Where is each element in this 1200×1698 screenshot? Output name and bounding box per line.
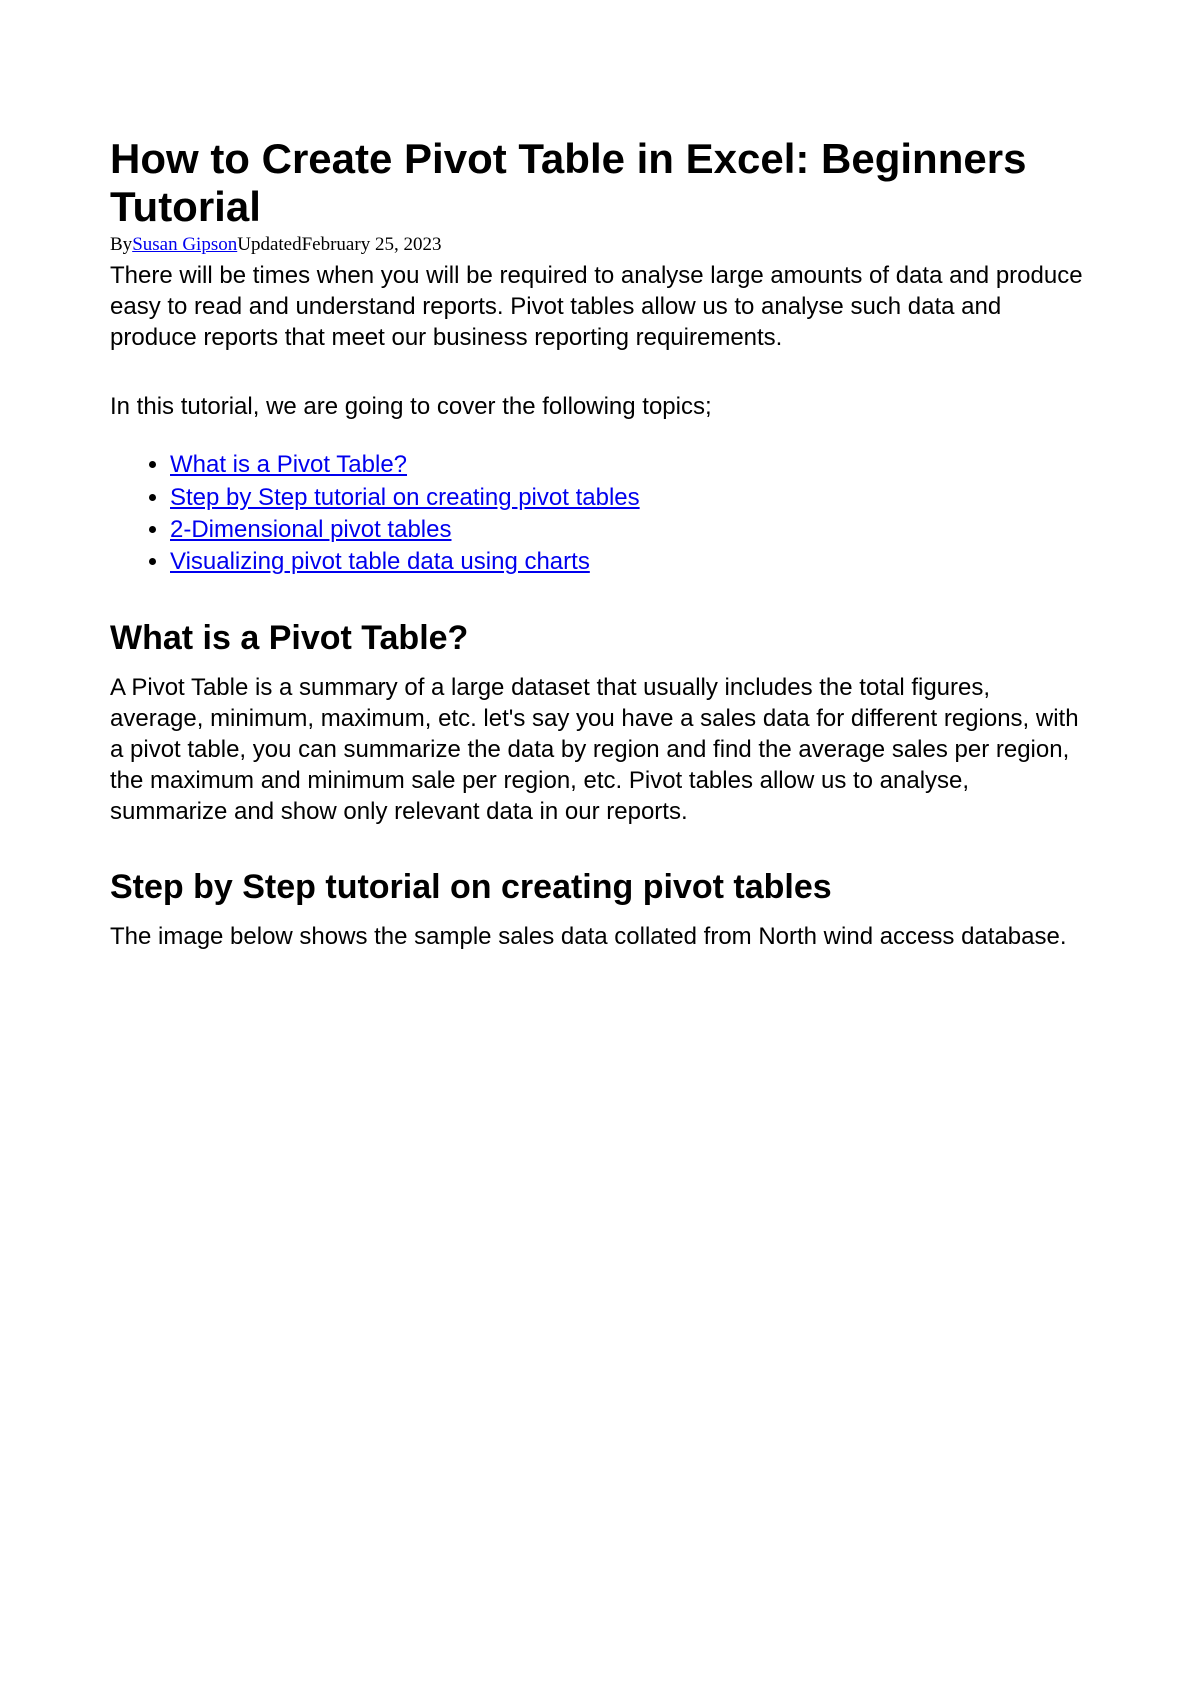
topics-intro: In this tutorial, we are going to cover … [110, 393, 1090, 421]
list-item: 2-Dimensional pivot tables [170, 514, 1090, 546]
author-link[interactable]: Susan Gipson [132, 234, 237, 255]
toc-link[interactable]: What is a Pivot Table? [170, 451, 407, 478]
byline: BySusan GipsonUpdatedFebruary 25, 2023 [110, 234, 1090, 256]
table-of-contents: What is a Pivot Table? Step by Step tuto… [110, 449, 1090, 579]
document-page: How to Create Pivot Table in Excel: Begi… [0, 0, 1200, 952]
page-title: How to Create Pivot Table in Excel: Begi… [110, 135, 1090, 232]
by-label: By [110, 234, 132, 255]
toc-link[interactable]: 2-Dimensional pivot tables [170, 516, 451, 543]
section-body: A Pivot Table is a summary of a large da… [110, 672, 1090, 828]
toc-link[interactable]: Visualizing pivot table data using chart… [170, 548, 590, 575]
section-body: The image below shows the sample sales d… [110, 921, 1090, 952]
section-heading-step-by-step: Step by Step tutorial on creating pivot … [110, 868, 1090, 907]
list-item: Visualizing pivot table data using chart… [170, 546, 1090, 578]
updated-date: February 25, 2023 [302, 234, 442, 255]
toc-link[interactable]: Step by Step tutorial on creating pivot … [170, 484, 640, 511]
section-heading-what-is: What is a Pivot Table? [110, 619, 1090, 658]
intro-paragraph: There will be times when you will be req… [110, 260, 1090, 354]
updated-label: Updated [237, 234, 301, 255]
list-item: Step by Step tutorial on creating pivot … [170, 482, 1090, 514]
list-item: What is a Pivot Table? [170, 449, 1090, 481]
